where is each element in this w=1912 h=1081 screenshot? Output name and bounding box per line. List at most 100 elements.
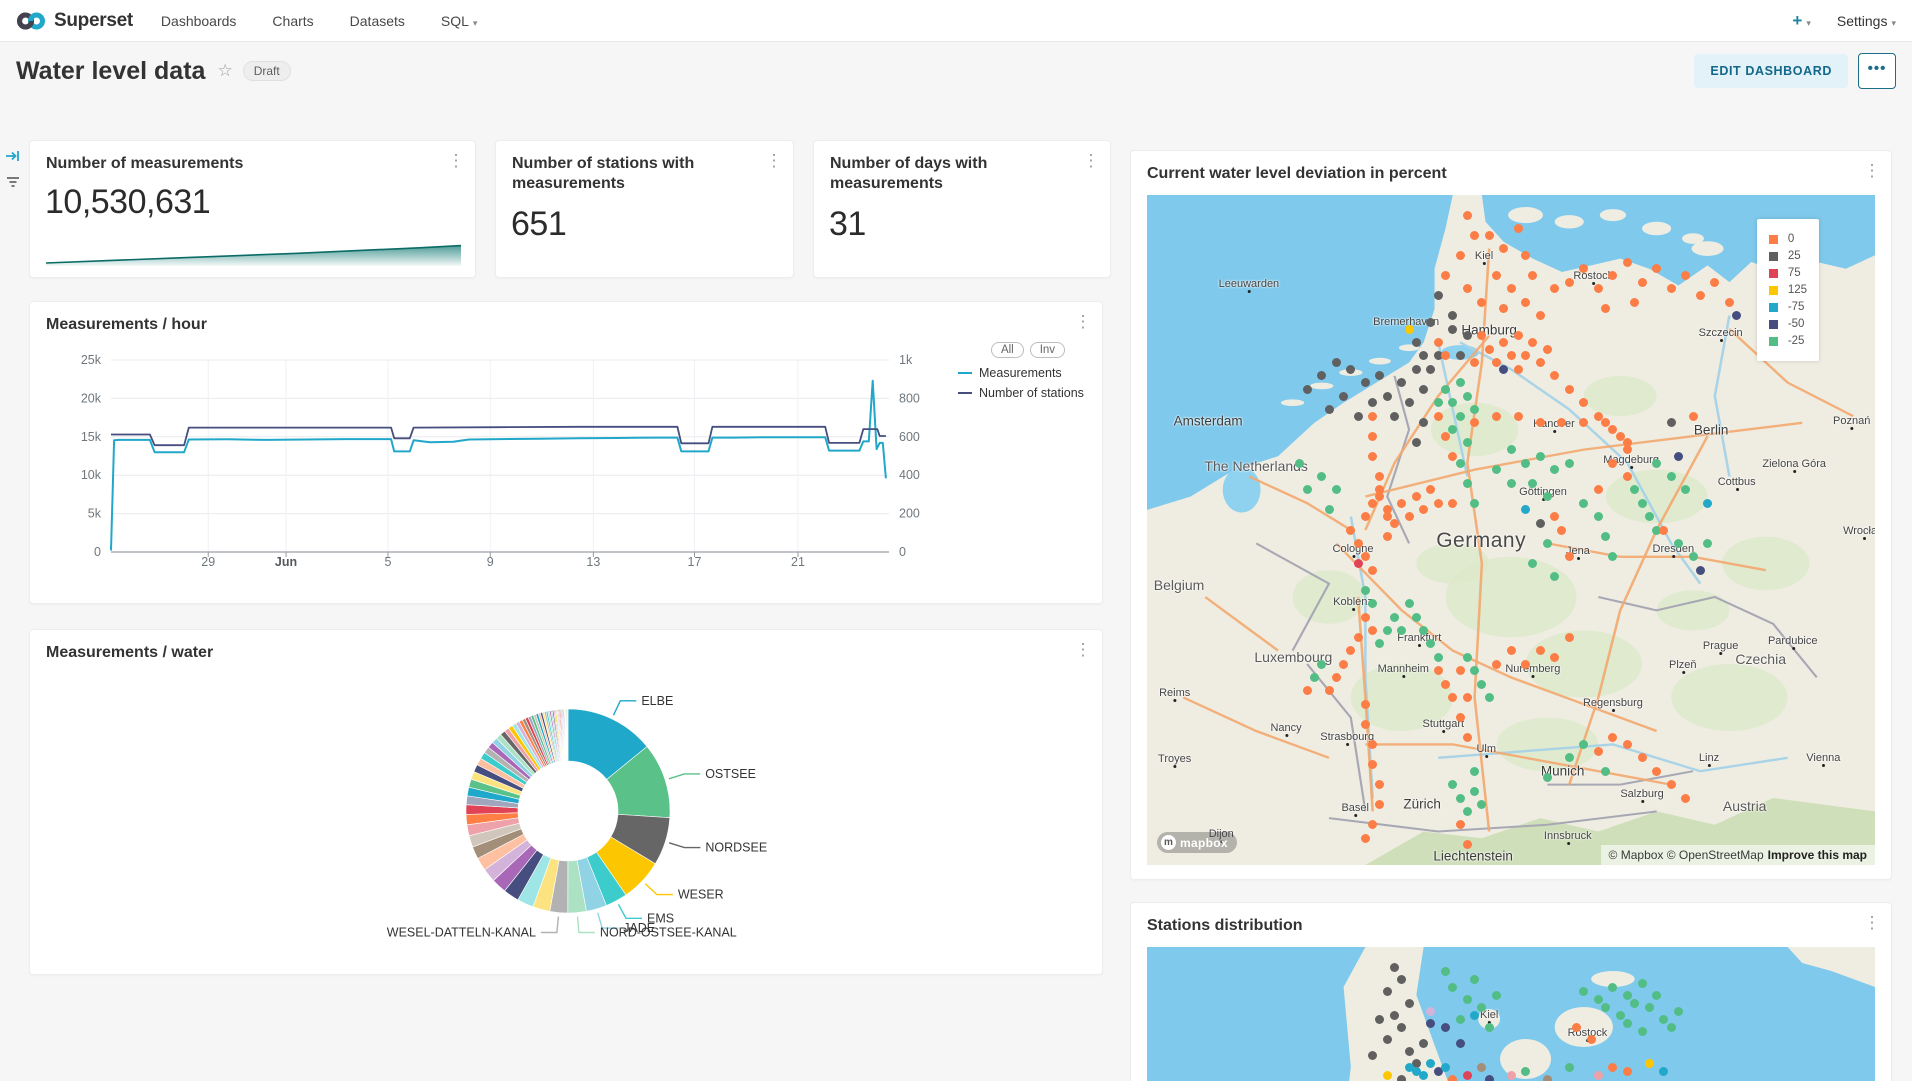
station-dot [1594, 1071, 1603, 1080]
station-dot [1383, 1071, 1392, 1080]
nav-sql[interactable]: SQL▾ [441, 13, 478, 29]
superset-logo[interactable]: Superset [16, 10, 133, 32]
deviation-map-card: Current water level deviation in percent… [1130, 150, 1892, 880]
donut-chart[interactable]: ELBEOSTSEENORDSEEWESEREMSJADENORD-OSTSEE… [30, 660, 1104, 976]
card-menu-icon[interactable]: ⋮ [1863, 913, 1881, 933]
settings-menu[interactable]: Settings▾ [1837, 13, 1896, 29]
station-dot [1448, 452, 1457, 461]
station-dot [1521, 251, 1530, 260]
station-dot [1514, 412, 1523, 421]
favorite-star-icon[interactable]: ☆ [217, 61, 232, 81]
city-label: Belgium [1154, 577, 1205, 593]
svg-text:1k: 1k [899, 353, 913, 367]
city-marker-dot [1174, 765, 1177, 768]
station-dot [1507, 646, 1516, 655]
card-menu-icon[interactable]: ⋮ [447, 151, 465, 171]
station-dot [1390, 613, 1399, 622]
improve-map-link[interactable]: Improve this map [1768, 848, 1867, 862]
station-dot [1354, 559, 1363, 568]
station-dot [1565, 459, 1574, 468]
stations-map[interactable]: KielRostock [1147, 947, 1875, 1081]
station-dot [1463, 733, 1472, 742]
station-dot [1463, 653, 1472, 662]
city-marker-dot [1630, 466, 1633, 469]
station-dot [1456, 412, 1465, 421]
station-dot [1456, 820, 1465, 829]
station-dot [1456, 459, 1465, 468]
station-dot [1565, 753, 1574, 762]
station-dot [1383, 532, 1392, 541]
station-dot [1638, 979, 1647, 988]
new-item-button[interactable]: +▾ [1792, 11, 1810, 31]
station-dot [1361, 512, 1370, 521]
card-menu-icon[interactable]: ⋮ [765, 151, 783, 171]
station-dot [1638, 1027, 1647, 1036]
station-dot [1536, 418, 1545, 427]
station-dot [1507, 284, 1516, 293]
card-menu-icon[interactable]: ⋮ [1863, 161, 1881, 181]
nav-charts[interactable]: Charts [272, 13, 313, 29]
station-dot [1536, 519, 1545, 528]
station-dot [1419, 1039, 1428, 1048]
city-marker-dot [1682, 671, 1685, 674]
svg-text:800: 800 [899, 391, 920, 405]
card-menu-icon[interactable]: ⋮ [1082, 151, 1100, 171]
station-dot [1638, 499, 1647, 508]
legend-inv-button[interactable]: Inv [1030, 342, 1065, 358]
map-legend-item: -50 [1769, 318, 1807, 330]
station-dot [1361, 378, 1370, 387]
station-dot [1492, 660, 1501, 669]
legend-item-measurements[interactable]: Measurements [958, 366, 1098, 380]
legend-value-label: 25 [1788, 250, 1801, 262]
city-label: Germany [1436, 529, 1526, 553]
donut-slice-label: WESER [678, 888, 724, 902]
station-dot [1441, 432, 1450, 441]
station-dot [1361, 720, 1370, 729]
svg-text:0: 0 [94, 545, 101, 559]
line-chart[interactable]: 005k20010k40015k60020k80025k1k29Jun59131… [46, 340, 951, 590]
deviation-map[interactable]: 02575125-75-50-25 m mapbox © Mapbox © Op… [1147, 195, 1875, 865]
card-menu-icon[interactable]: ⋮ [1074, 640, 1092, 660]
map-legend-item: -75 [1769, 301, 1807, 313]
legend-swatch [1769, 286, 1778, 295]
donut-slice[interactable] [567, 709, 568, 761]
station-dot [1514, 224, 1523, 233]
station-dot [1361, 834, 1370, 843]
legend-item-stations[interactable]: Number of stations [958, 386, 1098, 400]
station-dot [1448, 499, 1457, 508]
city-marker-dot [1612, 709, 1615, 712]
station-dot [1434, 412, 1443, 421]
city-label: Wrocław [1843, 525, 1875, 537]
station-dot [1499, 365, 1508, 374]
station-dot [1390, 1011, 1399, 1020]
city-label: Kiel [1475, 250, 1493, 262]
station-dot [1383, 987, 1392, 996]
station-dot [1354, 539, 1363, 548]
filter-icon[interactable] [5, 174, 23, 192]
station-dot [1463, 807, 1472, 816]
station-dot [1383, 626, 1392, 635]
city-label: Linz [1699, 752, 1719, 764]
svg-text:5: 5 [384, 555, 391, 569]
station-dot [1536, 311, 1545, 320]
station-dot [1317, 660, 1326, 669]
station-dot [1477, 1003, 1486, 1012]
station-dot [1514, 365, 1523, 374]
station-dot [1667, 284, 1676, 293]
city-label: Salzburg [1620, 788, 1663, 800]
svg-text:21: 21 [791, 555, 805, 569]
expand-filter-bar-icon[interactable] [5, 148, 23, 166]
mapbox-logo[interactable]: m mapbox [1157, 832, 1237, 853]
station-dot [1470, 1011, 1479, 1020]
nav-dashboards[interactable]: Dashboards [161, 13, 237, 29]
card-menu-icon[interactable]: ⋮ [1074, 312, 1092, 332]
legend-all-button[interactable]: All [991, 342, 1024, 358]
station-dot [1412, 1067, 1421, 1076]
station-dot [1470, 231, 1479, 240]
station-dot [1448, 983, 1457, 992]
edit-dashboard-button[interactable]: EDIT DASHBOARD [1694, 54, 1848, 88]
kpi-title: Number of measurements [46, 154, 243, 174]
dashboard-more-button[interactable]: ••• [1858, 53, 1896, 89]
nav-datasets[interactable]: Datasets [350, 13, 405, 29]
station-dot [1470, 405, 1479, 414]
